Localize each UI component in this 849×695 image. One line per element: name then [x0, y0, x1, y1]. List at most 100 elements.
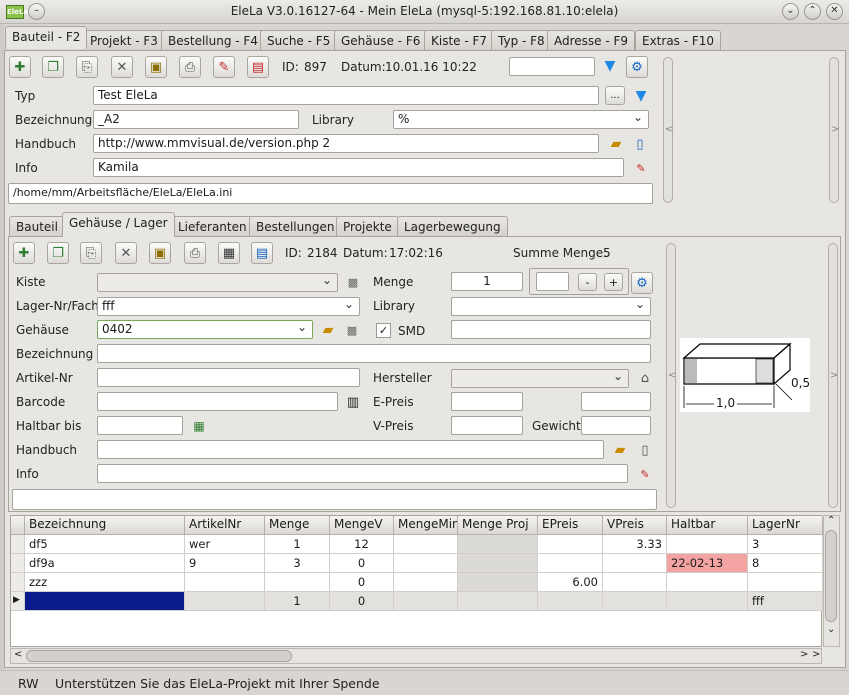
table-cell-haltbar[interactable]: 22-02-13: [667, 554, 748, 573]
table-cell-artikelnr[interactable]: [185, 592, 265, 611]
handbuch-field[interactable]: http://www.mmvisual.de/version.php 2: [93, 134, 599, 153]
table-row-indicator[interactable]: [11, 535, 25, 554]
subtab-bauteil[interactable]: Bauteil: [9, 216, 65, 237]
table-cell-menge[interactable]: [265, 573, 330, 592]
table-cell-mengev[interactable]: 0: [330, 573, 394, 592]
filter-icon[interactable]: ▼: [601, 57, 619, 75]
menge-delta-field[interactable]: [536, 272, 569, 291]
tab-extras[interactable]: Extras - F10: [635, 30, 722, 51]
hersteller-select[interactable]: [451, 369, 629, 388]
library-select[interactable]: %: [393, 110, 649, 129]
search-input[interactable]: [509, 57, 595, 76]
table-cell-mengemin[interactable]: [394, 573, 458, 592]
typ-field[interactable]: Test EleLa: [93, 86, 599, 105]
table-cell-menge[interactable]: 3: [265, 554, 330, 573]
artikelnr-field[interactable]: [97, 368, 360, 387]
table-cell-mengev[interactable]: 12: [330, 535, 394, 554]
table-vscroll-thumb[interactable]: [825, 530, 837, 622]
subtab-lieferanten[interactable]: Lieferanten: [171, 216, 254, 237]
table-header-epreis[interactable]: EPreis: [538, 516, 603, 535]
subtab-bestellungen[interactable]: Bestellungen: [249, 216, 342, 237]
gehaeuse-folder-icon[interactable]: ▰: [319, 321, 337, 339]
table-cell-haltbar[interactable]: [667, 573, 748, 592]
table-cell-epreis[interactable]: [538, 554, 603, 573]
table-cell-menge-proj[interactable]: [458, 535, 538, 554]
table-cell-mengemin[interactable]: [394, 535, 458, 554]
edit-icon[interactable]: ✎: [213, 56, 235, 78]
info-field[interactable]: Kamila: [93, 158, 624, 177]
smd-field[interactable]: [451, 320, 651, 339]
lager-label-icon[interactable]: ▦: [218, 242, 240, 264]
table-cell-mengev[interactable]: 0: [330, 592, 394, 611]
table-cell-lagernr[interactable]: 3: [748, 535, 823, 554]
table-scroll-right-icon[interactable]: >: [800, 649, 808, 660]
table-scroll-right-end-icon[interactable]: >: [812, 649, 820, 660]
typ-dots-button[interactable]: ...: [605, 86, 625, 105]
kiste-select[interactable]: [97, 273, 338, 292]
maximize-button[interactable]: ⌃: [804, 3, 821, 20]
settings-icon[interactable]: ⚙: [626, 56, 648, 78]
table-cell-bezeichnung[interactable]: zzz: [25, 573, 185, 592]
copy-icon[interactable]: ❐: [42, 56, 64, 78]
smd-checkbox[interactable]: ✓: [376, 323, 391, 338]
subtab-lagerbewegung[interactable]: Lagerbewegung: [397, 216, 508, 237]
folder-open-icon[interactable]: ▰: [607, 135, 625, 153]
table-header-mengev[interactable]: MengeV: [330, 516, 394, 535]
barcode-icon[interactable]: ▥: [344, 393, 362, 411]
tab-projekt[interactable]: Projekt - F3: [83, 30, 165, 51]
lager-copy-icon[interactable]: ❐: [47, 242, 69, 264]
new-icon[interactable]: ✚: [9, 56, 31, 78]
table-cell-vpreis[interactable]: [603, 573, 667, 592]
table-header-vpreis[interactable]: VPreis: [603, 516, 667, 535]
lagernr-select[interactable]: fff: [97, 297, 360, 316]
tab-adresse[interactable]: Adresse - F9: [547, 30, 636, 51]
lager-folder-icon[interactable]: ▰: [611, 441, 629, 459]
table-cell-lagernr[interactable]: [748, 573, 823, 592]
epreis-field-2[interactable]: [581, 392, 651, 411]
lager-bezeichnung-field[interactable]: [97, 344, 651, 363]
lager-info-edit-icon[interactable]: ✎: [636, 465, 654, 483]
table-cell-haltbar[interactable]: [667, 535, 748, 554]
paste-icon[interactable]: ⎘: [76, 56, 98, 78]
print-icon[interactable]: ⎙: [179, 56, 201, 78]
table-cell-menge-proj[interactable]: [458, 573, 538, 592]
lager-handbuch-field[interactable]: [97, 440, 604, 459]
table-cell-vpreis[interactable]: [603, 554, 667, 573]
calendar-icon[interactable]: ▦: [190, 417, 208, 435]
vpreis-field[interactable]: [451, 416, 523, 435]
menge-minus-button[interactable]: -: [578, 273, 597, 291]
table-cell-haltbar[interactable]: [667, 592, 748, 611]
table-cell-epreis[interactable]: [538, 592, 603, 611]
menge-plus-button[interactable]: +: [604, 273, 623, 291]
lager-calc-icon[interactable]: ▤: [251, 242, 273, 264]
table-cell-menge-proj[interactable]: [458, 592, 538, 611]
table-row-indicator[interactable]: ▶: [11, 592, 25, 611]
save-icon[interactable]: ▣: [145, 56, 167, 78]
table-cell-bezeichnung[interactable]: df9a: [25, 554, 185, 573]
table-header-mengemin[interactable]: MengeMin: [394, 516, 458, 535]
close-button[interactable]: ✕: [826, 3, 843, 20]
table-cell-mengemin[interactable]: [394, 554, 458, 573]
lager-info-field[interactable]: [97, 464, 628, 483]
table-scroll-down-icon[interactable]: ⌄: [827, 624, 835, 635]
subtab-projekte[interactable]: Projekte: [336, 216, 399, 237]
lager-document-icon[interactable]: ▯: [636, 441, 654, 459]
table-cell-epreis[interactable]: [538, 535, 603, 554]
lager-save-icon[interactable]: ▣: [149, 242, 171, 264]
table-cell-artikelnr[interactable]: wer: [185, 535, 265, 554]
report-icon[interactable]: ▤: [247, 56, 269, 78]
table-cell-vpreis[interactable]: 3.33: [603, 535, 667, 554]
barcode-field[interactable]: [97, 392, 338, 411]
document-icon[interactable]: ▯: [631, 135, 649, 153]
epreis-field[interactable]: [451, 392, 523, 411]
table-hscroll-thumb[interactable]: [26, 650, 292, 662]
bezeichnung-field[interactable]: _A2: [93, 110, 299, 129]
menge-field[interactable]: 1: [451, 272, 523, 291]
table-scroll-left-icon[interactable]: <: [14, 649, 22, 660]
table-header-haltbar[interactable]: Haltbar: [667, 516, 748, 535]
table-cell-menge-proj[interactable]: [458, 554, 538, 573]
haltbar-field[interactable]: [97, 416, 183, 435]
info-edit-icon[interactable]: ✎: [632, 159, 650, 177]
tab-bestellung[interactable]: Bestellung - F4: [161, 30, 265, 51]
table-cell-lagernr[interactable]: 8: [748, 554, 823, 573]
